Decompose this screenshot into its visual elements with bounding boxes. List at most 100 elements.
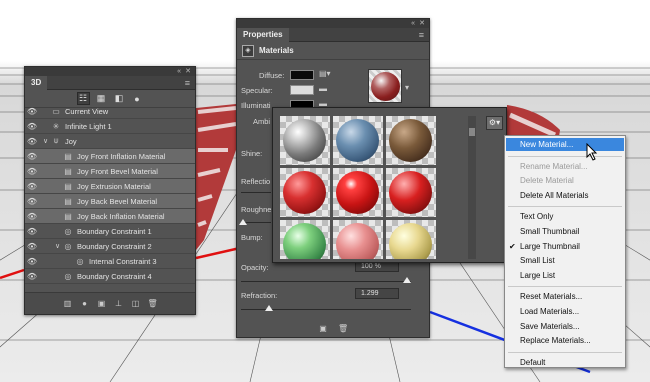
collapse-panel-icon[interactable]: « — [177, 67, 181, 76]
scene-tree: 👁 ▭ Current View 👁 ✳ Infinite Light 1 👁 ∨ ⍦ Joy 👁 ▤… — [25, 104, 195, 286]
tree-row-label: Current View — [65, 106, 109, 116]
scrollbar-thumb[interactable] — [469, 128, 475, 136]
menu-item-new-material[interactable]: New Material... — [506, 138, 624, 151]
camera-icon: ▭ — [52, 106, 60, 116]
material-preview-ball — [371, 72, 400, 101]
tree-row[interactable]: 👁 ▤ Joy Extrusion Material — [25, 179, 195, 194]
visibility-eye-icon[interactable]: 👁 — [25, 152, 39, 161]
delete-icon[interactable]: 🗑 — [338, 324, 348, 334]
material-preview-thumbnail[interactable] — [368, 69, 402, 103]
opacity-slider-track[interactable] — [241, 281, 411, 282]
specular-texture-icon[interactable]: ▬ — [319, 84, 327, 93]
tree-row-label: Joy Front Inflation Material — [77, 151, 166, 161]
tree-row[interactable]: 👁 ◎ Boundary Constraint 1 — [25, 224, 195, 239]
opacity-slider-thumb[interactable] — [403, 277, 411, 283]
visibility-eye-icon[interactable]: 👁 — [25, 212, 39, 221]
reflection-slider-track[interactable] — [241, 192, 271, 193]
panel-menu-icon[interactable]: ≡ — [419, 30, 424, 40]
menu-item-large-list[interactable]: Large List — [506, 269, 624, 282]
material-picker-scrollbar[interactable] — [468, 116, 476, 259]
close-panel-icon[interactable]: ✕ — [185, 67, 191, 76]
material-icon: ▤ — [64, 211, 72, 221]
diffuse-swatch[interactable] — [290, 70, 314, 80]
close-panel-icon[interactable]: ✕ — [419, 19, 425, 28]
tree-row[interactable]: 👁 ∨ ◎ Boundary Constraint 2 — [25, 239, 195, 254]
visibility-eye-icon[interactable]: 👁 — [25, 257, 39, 266]
menu-item-small-thumbnail[interactable]: Small Thumbnail — [506, 225, 624, 238]
tree-row[interactable]: 👁 ∨ ⍦ Joy — [25, 134, 195, 149]
material-grid — [280, 116, 466, 259]
ground-icon[interactable]: ⊥ — [114, 299, 124, 309]
material-swatch-red-fabric[interactable] — [280, 168, 330, 217]
gear-icon[interactable]: ⚙▾ — [486, 116, 503, 130]
new-mesh-icon[interactable]: ◫ — [131, 299, 141, 309]
expand-chevron-icon[interactable]: ∨ — [43, 137, 51, 145]
section-title: Materials — [259, 46, 294, 55]
refraction-slider-thumb[interactable] — [265, 305, 273, 311]
menu-item-reset-materials[interactable]: Reset Materials... — [506, 290, 624, 303]
menu-separator — [508, 155, 622, 157]
material-swatch-plastic-blue[interactable] — [333, 116, 383, 165]
properties-bottom-bar: ▣ 🗑 — [237, 321, 429, 337]
material-swatch-wood[interactable] — [386, 116, 436, 165]
visibility-eye-icon[interactable]: 👁 — [25, 107, 39, 116]
expand-chevron-icon[interactable]: ∨ — [55, 242, 63, 250]
visibility-eye-icon[interactable]: 👁 — [25, 182, 39, 191]
visibility-eye-icon[interactable]: 👁 — [25, 167, 39, 176]
add-light-icon[interactable]: ● — [80, 299, 90, 309]
visibility-eye-icon[interactable]: 👁 — [25, 137, 39, 146]
menu-item-rename-material[interactable]: Rename Material... — [506, 160, 624, 173]
diffuse-texture-icon[interactable]: ▤▾ — [319, 69, 331, 78]
trash-scene-icon[interactable]: ▥ — [63, 299, 73, 309]
tree-row[interactable]: 👁 ✳ Infinite Light 1 — [25, 119, 195, 134]
visibility-eye-icon[interactable]: 👁 — [25, 227, 39, 236]
material-swatch-metal-silver[interactable] — [280, 116, 330, 165]
material-swatch-green-glass[interactable] — [280, 220, 330, 259]
menu-item-load-materials[interactable]: Load Materials... — [506, 305, 624, 318]
roughness-slider-thumb[interactable] — [239, 219, 247, 225]
tree-row[interactable]: 👁 ▭ Current View — [25, 104, 195, 119]
render-icon[interactable]: ▣ — [97, 299, 107, 309]
tree-row[interactable]: 👁 ◎ Boundary Constraint 4 — [25, 269, 195, 284]
tree-row-label: Boundary Constraint 1 — [77, 226, 152, 236]
tree-row[interactable]: 👁 ▤ Joy Front Bevel Material — [25, 164, 195, 179]
menu-item-large-thumbnail[interactable]: ✔ Large Thumbnail — [506, 240, 624, 253]
visibility-eye-icon[interactable]: 👁 — [25, 197, 39, 206]
menu-item-save-materials[interactable]: Save Materials... — [506, 320, 624, 333]
material-swatch-pink-glass[interactable] — [333, 220, 383, 259]
panel-drag-bar[interactable]: « ✕ — [237, 19, 429, 28]
visibility-eye-icon[interactable]: 👁 — [25, 272, 39, 281]
tree-row[interactable]: 👁 ▤ Joy Front Inflation Material — [25, 149, 195, 164]
tab-3d[interactable]: 3D — [25, 75, 48, 90]
menu-item-label: Small Thumbnail — [520, 227, 580, 236]
visibility-eye-icon[interactable]: 👁 — [25, 122, 39, 131]
material-swatch-yellow-glass[interactable] — [386, 220, 436, 259]
menu-item-delete-material[interactable]: Delete Material — [506, 174, 624, 187]
delete-icon[interactable]: 🗑 — [148, 299, 158, 309]
material-cube-icon: ◈ — [242, 44, 254, 57]
specular-swatch[interactable] — [290, 85, 314, 95]
tab-properties[interactable]: Properties — [237, 27, 289, 42]
menu-item-text-only[interactable]: Text Only — [506, 210, 624, 223]
material-swatch-red-glossy[interactable] — [333, 168, 383, 217]
visibility-eye-icon[interactable]: 👁 — [25, 242, 39, 251]
constraint-icon: ◎ — [64, 271, 72, 281]
menu-item-replace-materials[interactable]: Replace Materials... — [506, 334, 624, 347]
menu-item-delete-all-materials[interactable]: Delete All Materials — [506, 189, 624, 202]
collapse-panel-icon[interactable]: « — [411, 19, 415, 28]
material-swatch-red-fabric-fine[interactable] — [386, 168, 436, 217]
tree-row-label: Joy Extrusion Material — [77, 181, 151, 191]
material-icon: ▤ — [64, 151, 72, 161]
menu-item-small-list[interactable]: Small List — [506, 254, 624, 267]
panel-drag-bar[interactable]: « ✕ — [25, 67, 195, 76]
mask-icon[interactable]: ▣ — [318, 324, 328, 334]
bump-label: Bump: — [241, 233, 263, 242]
menu-item-default[interactable]: Default — [506, 356, 624, 369]
tree-row[interactable]: 👁 ▤ Joy Back Bevel Material — [25, 194, 195, 209]
tree-row[interactable]: 👁 ◎ Internal Constraint 3 — [25, 254, 195, 269]
refraction-value-field[interactable]: 1.299 — [355, 288, 399, 299]
material-ball — [283, 171, 326, 214]
material-picker-dropdown-icon[interactable]: ▾ — [405, 83, 409, 92]
panel-menu-icon[interactable]: ≡ — [185, 78, 190, 88]
tree-row[interactable]: 👁 ▤ Joy Back Inflation Material — [25, 209, 195, 224]
